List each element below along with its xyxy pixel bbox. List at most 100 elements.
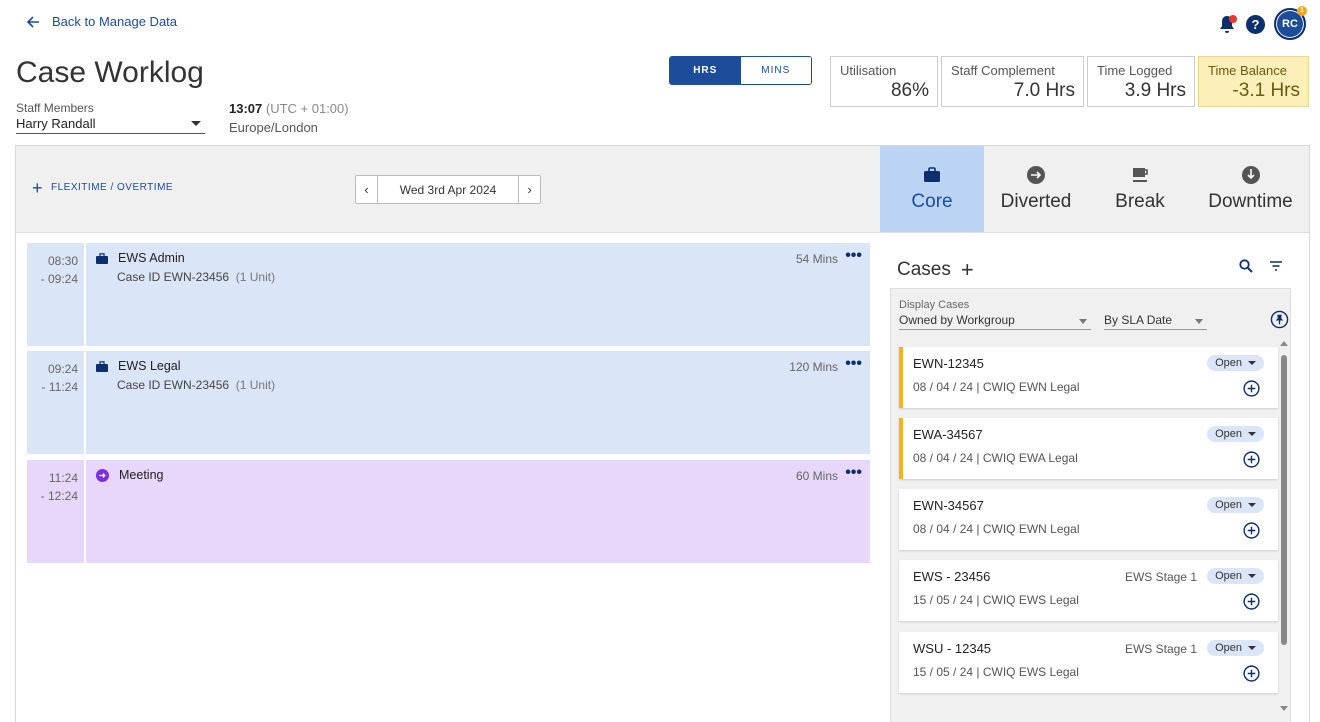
mode-core[interactable]: Core (880, 146, 984, 232)
chevron-down-icon (1248, 646, 1256, 650)
search-icon[interactable] (1238, 258, 1254, 274)
entry-duration: 54 Mins (795, 252, 838, 266)
add-circle-icon[interactable] (1243, 522, 1260, 539)
date-value[interactable]: Wed 3rd Apr 2024 (377, 176, 519, 203)
mode-label: Break (1115, 191, 1165, 212)
entry-start: 09:24 (47, 362, 78, 376)
case-card[interactable]: EWN-34567 08 / 04 / 24 | CWIQ EWN Legal … (899, 489, 1278, 550)
mode-label: Core (911, 191, 953, 212)
case-status[interactable]: Open (1207, 640, 1264, 656)
cases-list-panel: Display Cases Owned by Workgroup By SLA … (890, 288, 1291, 722)
stat-value: 86% (890, 80, 929, 101)
cases-scrollbar[interactable] (1280, 341, 1288, 711)
display-cases-select[interactable]: Owned by Workgroup (899, 313, 1091, 330)
case-id: EWN-12345 (913, 356, 984, 371)
case-meta: 15 / 05 / 24 | CWIQ EWS Legal (913, 593, 1079, 607)
entry-name: Meeting (119, 468, 164, 482)
stat-label: Time Logged (1097, 63, 1173, 78)
case-card[interactable]: EWN-12345 08 / 04 / 24 | CWIQ EWN Legal … (899, 347, 1278, 408)
arrow-left-icon (26, 15, 39, 28)
date-picker: ‹ Wed 3rd Apr 2024 › (355, 175, 541, 204)
entry-times: 11:24 - 12:24 (27, 460, 84, 563)
case-status-label: Open (1215, 357, 1242, 369)
add-circle-icon[interactable] (1243, 665, 1260, 682)
add-circle-icon[interactable] (1243, 451, 1260, 468)
chevron-down-icon (1248, 574, 1256, 578)
staff-members-select[interactable]: Staff Members Harry Randall (16, 101, 205, 134)
case-card[interactable]: EWS - 23456 15 / 05 / 24 | CWIQ EWS Lega… (899, 560, 1278, 621)
filter-icon[interactable] (1268, 258, 1284, 274)
entry-duration: 120 Mins (789, 360, 838, 374)
stat-label: Utilisation (840, 63, 897, 78)
avatar[interactable]: RC 1 (1274, 6, 1307, 40)
worklog-entry[interactable]: 11:24 - 12:24 Meeting 60 Mins ••• (27, 460, 870, 563)
case-status[interactable]: Open (1207, 568, 1264, 584)
entry-units: (1 Unit) (235, 270, 276, 284)
staff-members-value: Harry Randall (16, 116, 96, 131)
case-status-label: Open (1215, 428, 1242, 440)
case-card[interactable]: EWA-34567 08 / 04 / 24 | CWIQ EWA Legal … (899, 418, 1278, 479)
mode-label: Downtime (1208, 191, 1293, 212)
flexitime-button[interactable]: + FLEXITIME / OVERTIME (32, 177, 173, 198)
case-status[interactable]: Open (1207, 355, 1264, 371)
entry-start: 11:24 (48, 471, 78, 485)
case-status-label: Open (1215, 499, 1242, 511)
briefcase-icon (96, 360, 108, 372)
case-id: EWA-34567 (913, 427, 983, 442)
page-title: Case Worklog (16, 56, 204, 89)
bell-icon[interactable] (1217, 13, 1237, 35)
stat-value: 3.9 Hrs (1124, 80, 1186, 101)
chevron-down-icon (1195, 319, 1203, 324)
pin-icon[interactable] (1270, 310, 1289, 329)
case-card[interactable]: WSU - 12345 15 / 05 / 24 | CWIQ EWS Lega… (899, 632, 1278, 693)
sort-select[interactable]: By SLA Date (1104, 313, 1207, 330)
clock-region: Europe/London (229, 120, 318, 135)
chevron-down-icon (1248, 432, 1256, 436)
avatar-initials: RC (1282, 18, 1298, 30)
more-icon[interactable]: ••• (845, 247, 862, 265)
case-status[interactable]: Open (1207, 497, 1264, 513)
scroll-up-icon[interactable] (1280, 341, 1288, 346)
more-icon[interactable]: ••• (845, 355, 862, 373)
add-case-button[interactable]: + (961, 257, 974, 283)
case-id: EWN-34567 (913, 498, 984, 513)
worklog-entry[interactable]: 09:24 - 11:24 EWS Legal Case ID EWN-2345… (27, 351, 870, 454)
clock-time: 13:07 (229, 101, 263, 116)
entry-times: 09:24 - 11:24 (27, 351, 84, 454)
stat-staff-complement: Staff Complement 7.0 Hrs (941, 56, 1084, 107)
scroll-down-icon[interactable] (1280, 706, 1288, 711)
entry-name: EWS Legal (118, 359, 181, 373)
display-cases-value: Owned by Workgroup (899, 313, 1015, 327)
back-link[interactable]: Back to Manage Data (26, 14, 177, 29)
stat-label: Staff Complement (951, 63, 1055, 78)
stat-label: Time Balance (1208, 63, 1287, 78)
toggle-hrs[interactable]: HRS (670, 57, 741, 84)
case-meta: 08 / 04 / 24 | CWIQ EWN Legal (913, 522, 1080, 536)
help-icon[interactable]: ? (1246, 14, 1265, 34)
mode-break[interactable]: Break (1088, 146, 1192, 232)
entry-end: - 12:24 (40, 489, 78, 503)
worklog-entry[interactable]: 08:30 - 09:24 EWS Admin Case ID EWN-2345… (27, 243, 870, 346)
notification-dot (1229, 15, 1237, 23)
mode-downtime[interactable]: Downtime (1192, 146, 1309, 232)
entry-end: - 11:24 (41, 380, 78, 394)
more-icon[interactable]: ••• (845, 464, 862, 482)
scroll-thumb[interactable] (1281, 355, 1287, 645)
add-circle-icon[interactable] (1243, 380, 1260, 397)
prev-date-button[interactable]: ‹ (356, 176, 377, 203)
toggle-mins[interactable]: MINS (740, 57, 811, 84)
case-meta: 15 / 05 / 24 | CWIQ EWS Legal (913, 665, 1079, 679)
case-stage: EWS Stage 1 (1124, 642, 1197, 656)
case-status[interactable]: Open (1207, 426, 1264, 442)
chevron-down-icon (191, 121, 201, 126)
stat-utilisation: Utilisation 86% (830, 56, 938, 107)
stat-value: 7.0 Hrs (1013, 80, 1075, 101)
case-status-label: Open (1215, 642, 1242, 654)
mode-label: Diverted (1000, 191, 1072, 212)
stat-time-balance: Time Balance -3.1 Hrs (1198, 56, 1309, 107)
entry-units: (1 Unit) (235, 378, 276, 392)
add-circle-icon[interactable] (1243, 593, 1260, 610)
next-date-button[interactable]: › (519, 176, 540, 203)
mode-diverted[interactable]: Diverted (984, 146, 1088, 232)
plus-icon: + (32, 177, 44, 198)
